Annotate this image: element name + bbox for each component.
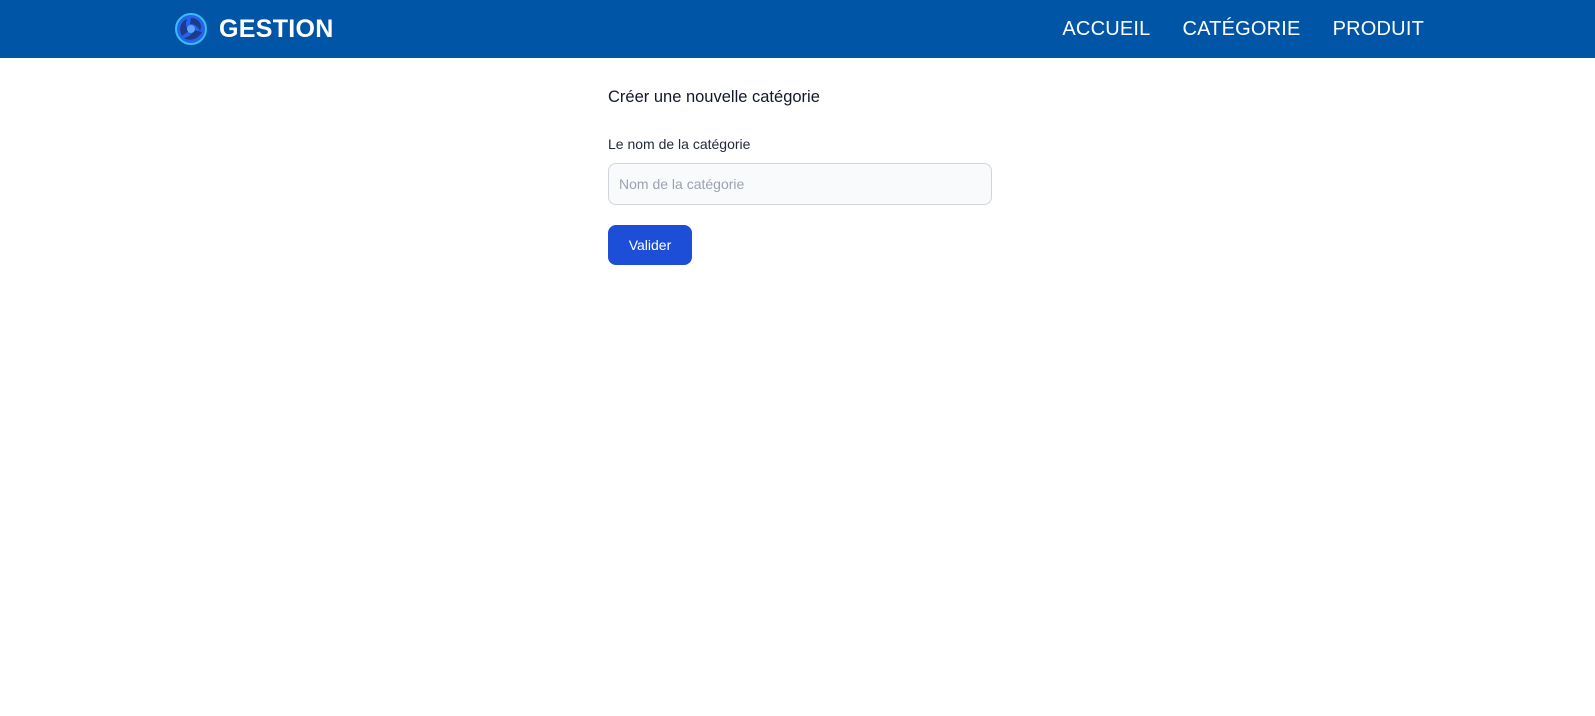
category-form: Créer une nouvelle catégorie Le nom de l… [608,86,992,265]
brand-link[interactable]: GESTION [175,11,334,47]
nav-link-accueil[interactable]: ACCUEIL [1062,18,1150,41]
swirl-logo-icon [175,13,207,45]
form-title: Créer une nouvelle catégorie [608,88,820,106]
main-nav: ACCUEIL CATÉGORIE PRODUIT [1030,0,1424,58]
brand-name: GESTION [219,14,334,43]
top-navbar: GESTION ACCUEIL CATÉGORIE PRODUIT [0,0,1595,58]
submit-button[interactable]: Valider [608,225,692,265]
category-name-label: Le nom de la catégorie [608,136,751,152]
nav-link-categorie[interactable]: CATÉGORIE [1182,18,1300,41]
nav-link-produit[interactable]: PRODUIT [1333,18,1424,41]
category-name-input[interactable] [608,163,992,205]
